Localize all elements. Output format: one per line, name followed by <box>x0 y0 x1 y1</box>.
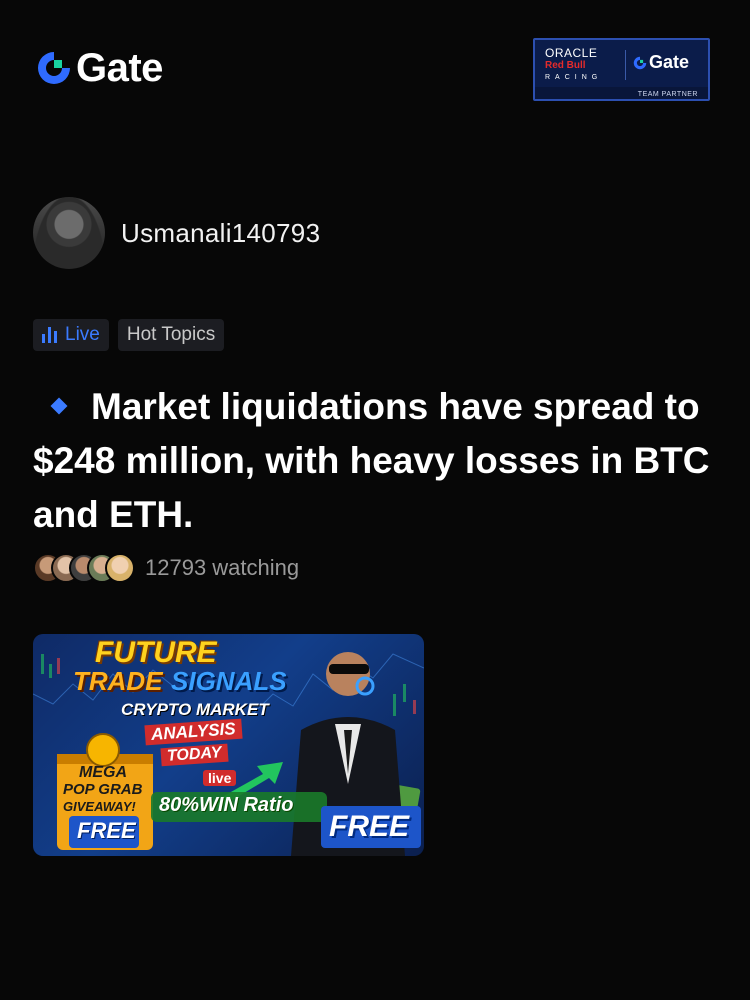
partner-gate-logo: Gate <box>633 52 689 73</box>
diamond-bullet-icon <box>50 397 68 415</box>
username[interactable]: Usmanali140793 <box>121 218 320 249</box>
promo-banner-image[interactable]: FUTURE TRADE SIGNALS CRYPTO MARKET ANALY… <box>33 634 424 856</box>
banner-live-badge: live <box>203 770 237 786</box>
gate-mini-icon <box>633 56 647 69</box>
banner-mega-text: MEGA <box>79 764 127 781</box>
avatar[interactable] <box>33 197 105 269</box>
hot-topics-label: Hot Topics <box>126 324 216 345</box>
post-tags: Live Hot Topics <box>33 319 225 351</box>
banner-free-left-text: FREE <box>77 818 136 843</box>
partner-gate-label: Gate <box>649 52 690 72</box>
banner-signals-text: SIGNALS <box>171 666 287 696</box>
banner-win-ratio-text: 80%WIN Ratio <box>159 794 294 816</box>
hot-topics-tag[interactable]: Hot Topics <box>117 319 225 351</box>
banner-free-right-text: FREE <box>329 810 410 843</box>
brand-name: Gate <box>76 46 163 90</box>
oracle-label: ORACLE <box>545 46 598 60</box>
watchers: 12793 watching <box>33 553 299 583</box>
racing-label: RACING <box>545 74 603 81</box>
post-headline[interactable]: Market liquidations have spread to $248 … <box>33 380 723 542</box>
watcher-avatar <box>105 553 135 583</box>
post-page: Gate ORACLE Red Bull RACING Gate TEAM PA… <box>0 0 750 1000</box>
banner-trade-text: TRADE <box>73 666 163 696</box>
gate-logo[interactable]: Gate <box>36 48 163 88</box>
team-partner-badge: ORACLE Red Bull RACING Gate TEAM PARTNER <box>533 38 710 101</box>
gate-logo-icon <box>38 52 70 84</box>
headline-text: Market liquidations have spread to $248 … <box>33 386 710 535</box>
watcher-avatars <box>33 553 135 583</box>
banner-future-text: FUTURE <box>95 636 217 669</box>
live-tag[interactable]: Live <box>33 319 109 351</box>
live-tag-label: Live <box>65 324 100 345</box>
watching-count: 12793 watching <box>145 555 300 580</box>
author[interactable]: Usmanali140793 <box>33 197 320 269</box>
redbull-label: Red Bull <box>545 60 586 71</box>
banner-pop-grab-text: POP GRAB <box>63 781 143 798</box>
team-partner-label: TEAM PARTNER <box>637 91 698 98</box>
banner-giveaway-text: GIVEAWAY! <box>63 799 136 814</box>
live-bars-icon <box>42 327 57 343</box>
partner-divider <box>625 50 626 80</box>
banner-crypto-market-text: CRYPTO MARKET <box>121 700 269 719</box>
